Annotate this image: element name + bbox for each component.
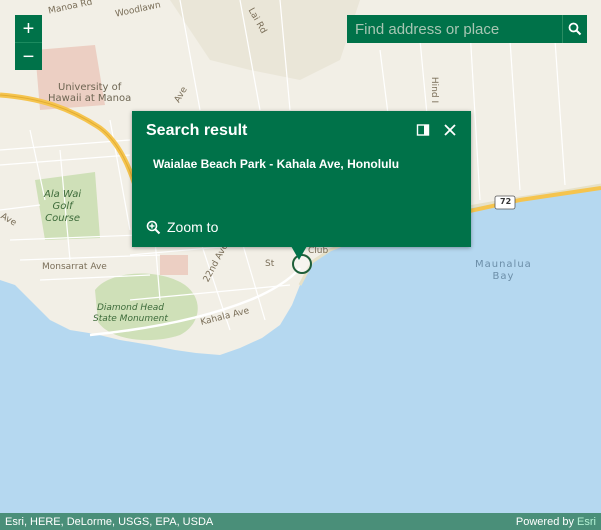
- highway-72-shield: 72: [500, 197, 512, 206]
- search-widget: [347, 15, 587, 43]
- search-button[interactable]: [562, 15, 587, 43]
- label-monsarrat: Monsarrat Ave: [42, 262, 107, 272]
- label-st: St: [265, 259, 275, 269]
- dock-button[interactable]: [416, 123, 430, 137]
- close-button[interactable]: [442, 122, 458, 138]
- label-university: University of Hawaii at Manoa: [48, 82, 132, 104]
- zoom-out-button[interactable]: −: [15, 42, 42, 70]
- zoom-in-button[interactable]: +: [15, 15, 42, 42]
- zoom-to-label: Zoom to: [167, 219, 219, 235]
- zoom-to-icon: [146, 220, 161, 234]
- label-ala-wai: Ala Wai Golf Course: [44, 189, 82, 224]
- popup-title: Search result: [146, 122, 248, 139]
- close-icon: [444, 124, 456, 136]
- esri-link[interactable]: Esri: [577, 516, 596, 528]
- zoom-control: + −: [15, 15, 42, 70]
- search-icon: [568, 22, 582, 36]
- powered-by: Powered by Esri: [516, 516, 596, 528]
- search-result-popup: Search result Waialae Beach Park - Kahal…: [132, 111, 471, 260]
- map-view[interactable]: Manoa Rd Woodlawn Lai Rd University of H…: [0, 0, 601, 530]
- label-maunalua-bay: Maunalua Bay: [475, 259, 532, 282]
- label-hind: Hind I: [429, 76, 440, 104]
- search-input[interactable]: [347, 15, 562, 43]
- label-diamond-head: Diamond Head State Monument: [93, 303, 168, 324]
- zoom-to-link[interactable]: Zoom to: [146, 219, 218, 235]
- label-club: Club: [308, 246, 329, 256]
- attribution-sources: Esri, HERE, DeLorme, USGS, EPA, USDA: [5, 515, 214, 528]
- popup-pointer: [291, 246, 307, 260]
- dock-icon: [416, 124, 430, 136]
- powered-by-label: Powered by: [515, 515, 574, 528]
- attribution-bar: Esri, HERE, DeLorme, USGS, EPA, USDA Pow…: [0, 513, 601, 530]
- popup-content: Waialae Beach Park - Kahala Ave, Honolul…: [153, 157, 400, 171]
